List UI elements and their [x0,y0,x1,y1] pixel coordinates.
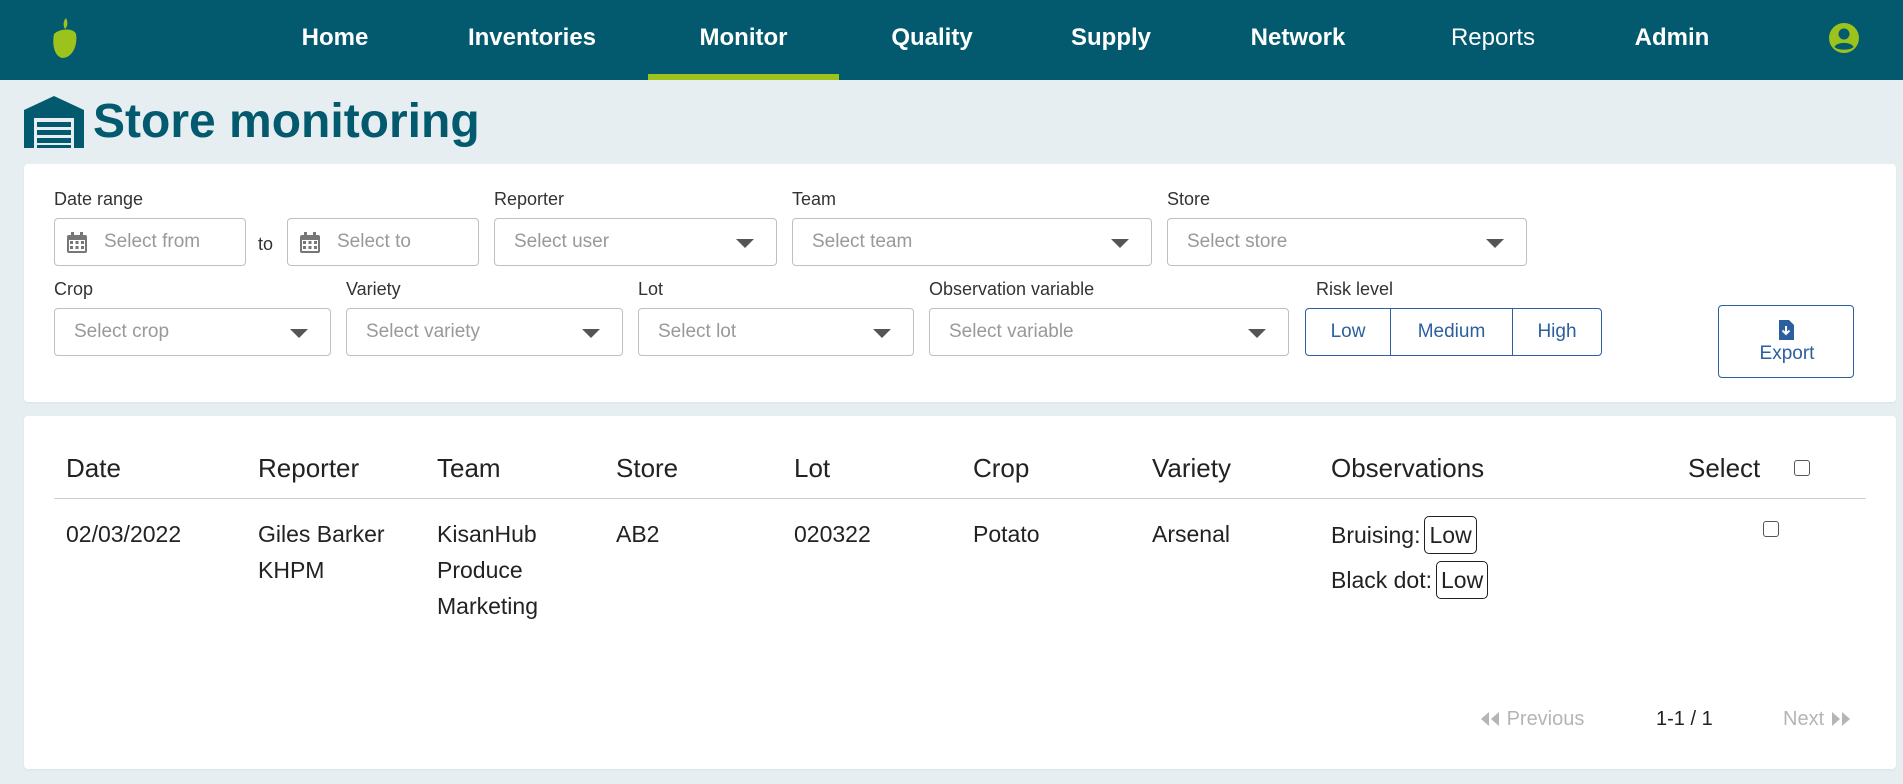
calendar-icon [67,232,87,253]
row-team-line: KisanHub [437,521,537,547]
page-title: Store monitoring [93,95,480,148]
row-reporter-name: Giles Barker [258,521,385,547]
double-chevron-right-icon [1831,712,1850,726]
observation-name: Bruising: [1331,522,1421,548]
reporter-select[interactable]: Select user [494,218,777,266]
export-label: Export [1759,343,1815,364]
row-team-line: Produce [437,557,523,583]
crop-select[interactable]: Select crop [54,308,331,356]
row-date: 02/03/2022 [66,521,182,547]
nav-network[interactable]: Network [1238,0,1358,80]
app-logo-icon[interactable] [46,16,80,60]
row-crop: Potato [973,521,1040,547]
chevron-down-icon [1486,239,1504,248]
export-download-icon [1779,320,1794,340]
nav-admin[interactable]: Admin [1626,0,1718,80]
pagination-previous[interactable]: Previous [1479,708,1584,731]
risk-medium-button[interactable]: Medium [1390,309,1512,355]
column-header-store[interactable]: Store [616,453,678,484]
chevron-down-icon [582,329,600,338]
observation-name: Black dot: [1331,567,1432,593]
observation-item: Black dot: Low [1331,561,1489,599]
risk-badge: Low [1436,561,1489,599]
row-select-checkbox[interactable] [1763,521,1779,537]
chevron-down-icon [1248,329,1266,338]
calendar-icon [300,232,320,253]
user-avatar-icon[interactable] [1828,22,1860,54]
reporter-label: Reporter [494,189,565,209]
row-reporter-org: KHPM [258,557,325,583]
date-from-placeholder: Select from [104,231,201,252]
team-label: Team [792,189,837,209]
variety-placeholder: Select variety [366,321,481,342]
pagination-next[interactable]: Next [1783,708,1852,731]
crop-placeholder: Select crop [74,321,170,342]
chevron-down-icon [873,329,891,338]
row-lot: 020322 [794,521,871,547]
risk-high-button[interactable]: High [1512,309,1601,355]
warehouse-icon [24,96,84,148]
risk-level-toggle-group: Low Medium High [1305,308,1602,356]
risk-badge: Low [1424,516,1477,554]
store-select[interactable]: Select store [1167,218,1527,266]
lot-select[interactable]: Select lot [638,308,914,356]
reporter-placeholder: Select user [514,231,610,252]
column-header-observations[interactable]: Observations [1331,453,1484,484]
next-label: Next [1783,708,1825,730]
date-from-input[interactable]: Select from [54,218,246,266]
observation-item: Bruising: Low [1331,516,1477,554]
nav-inventories[interactable]: Inventories [458,0,606,80]
store-label: Store [1167,189,1211,209]
header-divider [54,498,1866,499]
top-navigation: Home Inventories Monitor Quality Supply … [0,0,1903,80]
date-range-label: Date range [54,189,144,209]
column-header-team[interactable]: Team [437,453,501,484]
variety-select[interactable]: Select variety [346,308,623,356]
nav-home[interactable]: Home [290,0,380,80]
row-store: AB2 [616,521,660,547]
lot-label: Lot [638,279,664,299]
variety-label: Variety [346,279,401,299]
select-all-checkbox[interactable] [1794,460,1810,476]
chevron-down-icon [290,329,308,338]
row-team-line: Marketing [437,593,538,619]
column-header-date[interactable]: Date [66,453,121,484]
nav-supply[interactable]: Supply [1060,0,1162,80]
column-header-lot[interactable]: Lot [794,453,830,484]
team-placeholder: Select team [812,231,913,252]
export-button[interactable]: Export [1718,305,1854,378]
row-variety: Arsenal [1152,521,1230,547]
pagination-range: 1-1 / 1 [1656,708,1713,730]
double-chevron-left-icon [1481,712,1499,726]
row-team: KisanHub Produce Marketing [437,516,538,624]
risk-low-button[interactable]: Low [1306,309,1390,355]
risk-level-label: Risk level [1316,279,1394,299]
nav-reports[interactable]: Reports [1438,0,1548,80]
nav-quality[interactable]: Quality [874,0,990,80]
observation-variable-placeholder: Select variable [949,321,1074,342]
nav-monitor[interactable]: Monitor [648,0,839,80]
team-select[interactable]: Select team [792,218,1152,266]
column-header-crop[interactable]: Crop [973,453,1029,484]
observation-variable-label: Observation variable [929,279,1095,299]
column-header-select: Select [1688,453,1761,483]
to-label: to [258,234,274,254]
observation-variable-select[interactable]: Select variable [929,308,1289,356]
previous-label: Previous [1506,708,1585,730]
lot-placeholder: Select lot [658,321,737,342]
date-to-placeholder: Select to [337,231,411,252]
crop-label: Crop [54,279,94,299]
store-placeholder: Select store [1187,231,1288,252]
row-reporter: Giles Barker KHPM [258,516,385,588]
column-header-reporter[interactable]: Reporter [258,453,359,484]
chevron-down-icon [1111,239,1129,248]
chevron-down-icon [736,239,754,248]
date-to-input[interactable]: Select to [287,218,479,266]
column-header-variety[interactable]: Variety [1152,453,1231,484]
